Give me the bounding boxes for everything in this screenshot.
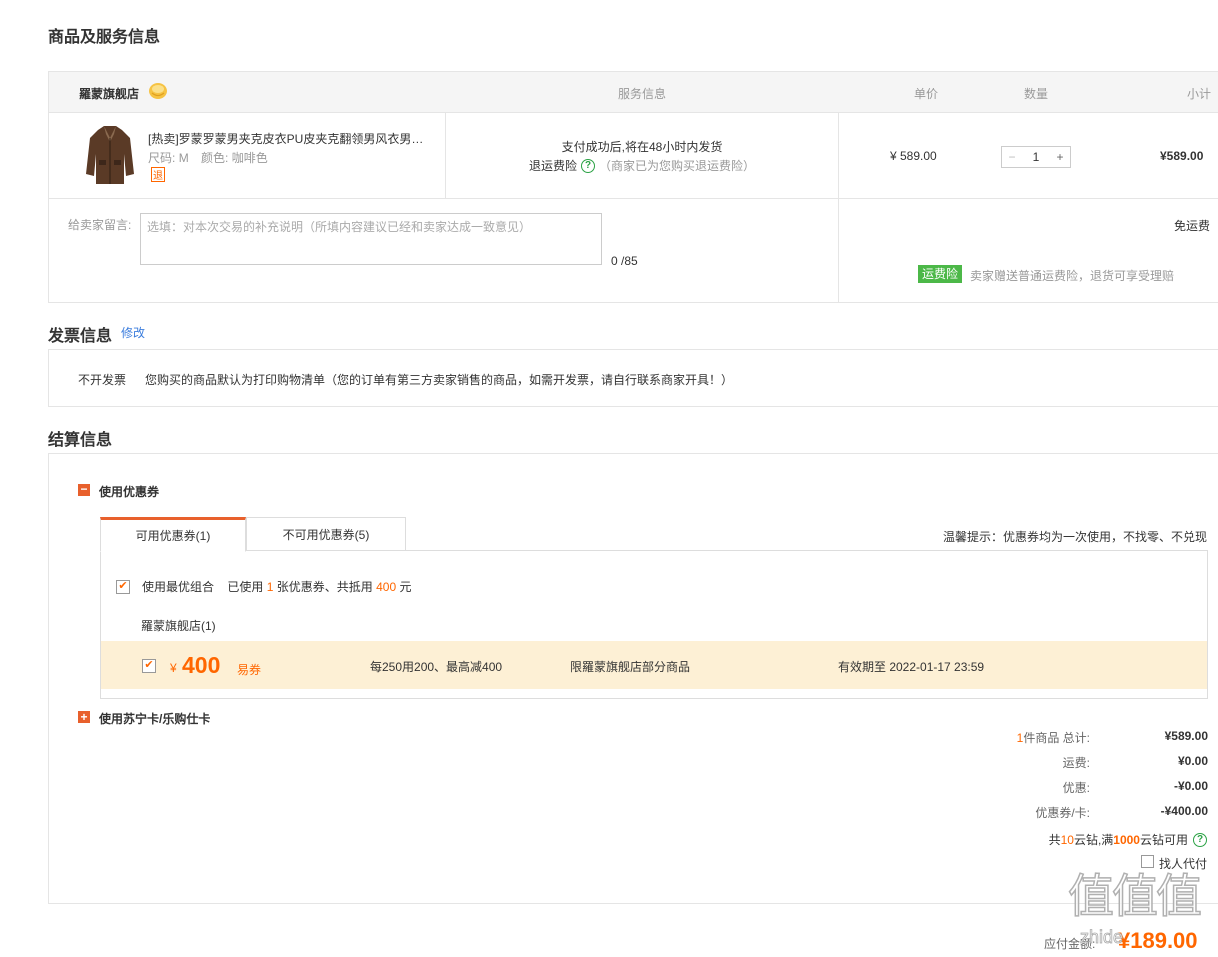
message-label: 给卖家留言: [68, 218, 132, 232]
card-section-toggle[interactable]: 使用苏宁卡/乐购仕卡 [99, 710, 210, 727]
used-amount: 400 [376, 580, 397, 594]
insurance-note: （商家已为您购买退运费险） [599, 159, 756, 173]
total-value: ¥589.00 [1164, 729, 1208, 743]
size-value: M [178, 151, 189, 165]
goods-section-title: 商品及服务信息 [48, 29, 161, 46]
product-specs: 尺码: M 颜色: 咖啡色 [148, 149, 268, 166]
count-label: 件商品 总计: [1023, 731, 1090, 745]
cloud-middle: 云钻,满 [1073, 833, 1114, 847]
discount-value: -¥0.00 [1173, 779, 1208, 793]
size-label: 尺码: [148, 151, 176, 165]
message-counter: 0 /85 [611, 254, 638, 268]
quantity-input[interactable]: 1 [1022, 150, 1050, 164]
store-badge-icon [148, 82, 168, 100]
help-icon[interactable]: ? [581, 158, 595, 173]
product-image[interactable] [84, 124, 136, 186]
price-col-header: 单价 [914, 87, 939, 101]
cloud-count: 10 [1060, 833, 1074, 847]
cloud-threshold: 1000 [1113, 833, 1140, 847]
collapse-coupon-icon[interactable]: − [78, 483, 90, 496]
cloud-diamond-line: 共10云钻,满1000云钻可用 [960, 831, 1188, 848]
expand-card-icon[interactable]: + [78, 711, 90, 723]
minus-button[interactable]: − [1002, 150, 1022, 164]
best-combo-checkbox[interactable]: ✔ [116, 578, 130, 594]
invoice-type: 不开发票 [78, 373, 127, 387]
invoice-edit-link[interactable]: 修改 [121, 324, 145, 341]
invoice-desc: 您购买的商品默认为打印购物清单（您的订单有第三方卖家销售的商品，如需开发票，请自… [145, 373, 734, 387]
color-value: 咖啡色 [231, 151, 268, 165]
cloud-prefix: 共 [1048, 833, 1061, 847]
coupon-type: 易券 [237, 663, 262, 677]
product-name-link[interactable]: [热卖]罗蒙罗蒙男夹克皮衣PU皮夹克翻领男风衣男… [148, 130, 433, 147]
seller-message-textarea[interactable]: 选填：对本次交易的补充说明（所填内容建议已经和卖家达成一致意见） [140, 213, 602, 265]
shipping-insurance-badge: 运费险 [918, 265, 963, 283]
shipping-insurance-desc: 卖家赠送普通运费险，退货可享受理赔 [970, 269, 1175, 283]
used-prefix: 已使用 [227, 580, 264, 594]
payable-amount: ¥189.00 [1118, 928, 1198, 953]
total-label: 1件商品 总计: [940, 729, 1090, 746]
best-combo-line: 使用最优组合 已使用 1 张优惠券、共抵用 400 元 [142, 578, 412, 595]
settle-section-title: 结算信息 [48, 432, 113, 449]
divider [838, 113, 839, 302]
coupon-section-toggle[interactable]: 使用优惠券 [99, 483, 159, 500]
best-combo-label: 使用最优组合 [142, 580, 215, 594]
store-name[interactable]: 羅蒙旗舰店 [79, 85, 139, 102]
divider [48, 198, 1218, 199]
cloud-help-icon[interactable]: ? [1193, 831, 1207, 847]
tab-unavailable-coupons[interactable]: 不可用优惠券(5) [246, 517, 406, 551]
divider [445, 113, 446, 198]
coupon-deduct-value: -¥400.00 [1160, 804, 1208, 818]
coupon-scope: 限羅蒙旗舰店部分商品 [570, 660, 691, 674]
coupon-deduct-label: 优惠券/卡: [1035, 806, 1090, 820]
coupon-amount: 400 [182, 652, 221, 678]
free-shipping-label: 免运费 [1174, 219, 1211, 233]
coupon-tip: 温馨提示：优惠券均为一次使用，不找零、不兑现 [943, 530, 1208, 544]
subtotal-col-header: 小计 [1187, 87, 1212, 101]
coupon-expiry: 有效期至 2022-01-17 23:59 [838, 660, 985, 674]
quantity-stepper: − 1 + [1001, 146, 1071, 168]
coupon-rule: 每250用200、最高减400 [370, 660, 503, 674]
used-count: 1 [266, 580, 274, 594]
insurance-line: 退运费险 ? （商家已为您购买退运费险） [446, 157, 838, 174]
coupon-checkbox[interactable]: ✔ [142, 657, 156, 673]
invoice-section-title: 发票信息 [48, 328, 113, 345]
shipping-value: ¥0.00 [1177, 754, 1208, 768]
watermark-site: zhide [1080, 927, 1124, 948]
cloud-suffix: 云钻可用 [1139, 833, 1188, 847]
item-subtotal: ¥589.00 [1160, 149, 1204, 163]
discount-label: 优惠: [1062, 781, 1090, 795]
insurance-label: 退运费险 [528, 159, 577, 173]
shipping-label: 运费: [1062, 756, 1090, 770]
proxy-pay-checkbox[interactable] [1141, 855, 1154, 868]
store-coupon-group: 羅蒙旗舰店(1) [141, 619, 216, 633]
return-badge: 退 [151, 167, 165, 182]
used-middle: 张优惠券、共抵用 [276, 580, 373, 594]
service-col-header: 服务信息 [618, 87, 667, 101]
tab-available-coupons[interactable]: 可用优惠券(1) [100, 517, 246, 552]
coupon-currency: ¥ [170, 661, 177, 675]
color-label: 颜色: [201, 151, 229, 165]
delivery-text: 支付成功后,将在48小时内发货 [561, 140, 723, 154]
watermark-logo: 值值值 [1067, 870, 1203, 922]
used-suffix: 元 [399, 580, 412, 594]
plus-button[interactable]: + [1050, 150, 1070, 164]
qty-col-header: 数量 [1024, 87, 1049, 101]
unit-price: ¥ 589.00 [890, 149, 937, 163]
